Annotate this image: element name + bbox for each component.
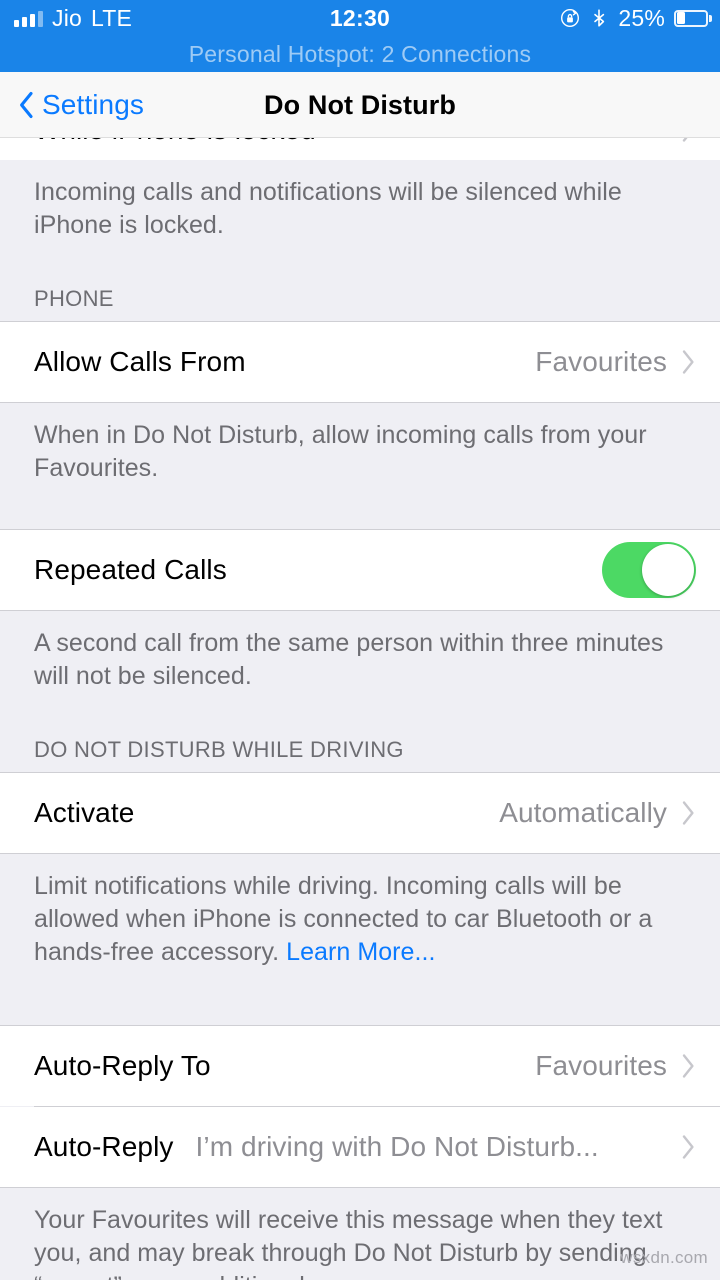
personal-hotspot-banner[interactable]: Personal Hotspot: 2 Connections (0, 36, 720, 72)
row-auto-reply[interactable]: Auto-Reply I’m driving with Do Not Distu… (0, 1107, 720, 1187)
chevron-right-icon (681, 1134, 696, 1160)
row-repeated-calls[interactable]: Repeated Calls (0, 530, 720, 610)
row-activate-label: Activate (34, 797, 135, 828)
row-auto-reply-to-label: Auto-Reply To (34, 1050, 211, 1081)
battery-percent-label: 25% (618, 4, 665, 31)
chevron-right-icon (681, 800, 696, 826)
section-header-driving: DO NOT DISTURB WHILE DRIVING (0, 737, 720, 772)
chevron-right-icon (681, 138, 696, 143)
row-repeated-calls-label: Repeated Calls (34, 554, 227, 585)
bluetooth-icon (589, 8, 609, 28)
navigation-bar: Settings Do Not Disturb (0, 72, 720, 138)
row-auto-reply-to[interactable]: Auto-Reply To Favourites (0, 1026, 720, 1106)
toggle-knob (642, 544, 694, 596)
status-bar: Jio LTE 12:30 25% Personal Hotspot: 2 Co… (0, 0, 720, 72)
battery-icon (674, 9, 712, 27)
page-title: Do Not Disturb (264, 89, 456, 120)
row-activate[interactable]: Activate Automatically (0, 773, 720, 853)
learn-more-link[interactable]: Learn More... (286, 938, 435, 966)
row-auto-reply-to-value: Favourites (535, 1050, 667, 1081)
rotation-lock-icon (560, 8, 580, 28)
row-while-iphone-is-locked[interactable]: While iPhone is locked (0, 138, 720, 160)
note-auto-reply-footer: Your Favourites will receive this messag… (0, 1188, 720, 1280)
row-activate-value: Automatically (499, 797, 667, 828)
note-allow-calls-description: When in Do Not Disturb, allow incoming c… (0, 403, 720, 485)
status-bar-right: 25% (560, 0, 712, 36)
section-header-phone: PHONE (0, 286, 720, 321)
row-allow-calls-from-label: Allow Calls From (34, 346, 246, 377)
chevron-right-icon (681, 1053, 696, 1079)
settings-scroll-view[interactable]: While iPhone is locked Incoming calls an… (0, 138, 720, 1280)
iphone-screen: Jio LTE 12:30 25% Personal Hotspot: 2 Co… (0, 0, 720, 1280)
repeated-calls-toggle[interactable] (602, 542, 696, 598)
status-bar-row: Jio LTE 12:30 25% (0, 0, 720, 36)
chevron-right-icon (681, 349, 696, 375)
note-driving-description: Limit notifications while driving. Incom… (0, 854, 720, 969)
watermark: wsxdn.com (620, 1248, 708, 1267)
row-auto-reply-label: Auto-Reply (34, 1131, 174, 1162)
row-allow-calls-from-value: Favourites (535, 346, 667, 377)
row-allow-calls-from[interactable]: Allow Calls From Favourites (0, 322, 720, 402)
note-repeated-calls-description: A second call from the same person withi… (0, 611, 720, 693)
row-auto-reply-value: I’m driving with Do Not Disturb... (195, 1131, 599, 1162)
note-silence-description: Incoming calls and notifications will be… (0, 160, 720, 242)
row-while-iphone-is-locked-label: While iPhone is locked (34, 138, 316, 146)
